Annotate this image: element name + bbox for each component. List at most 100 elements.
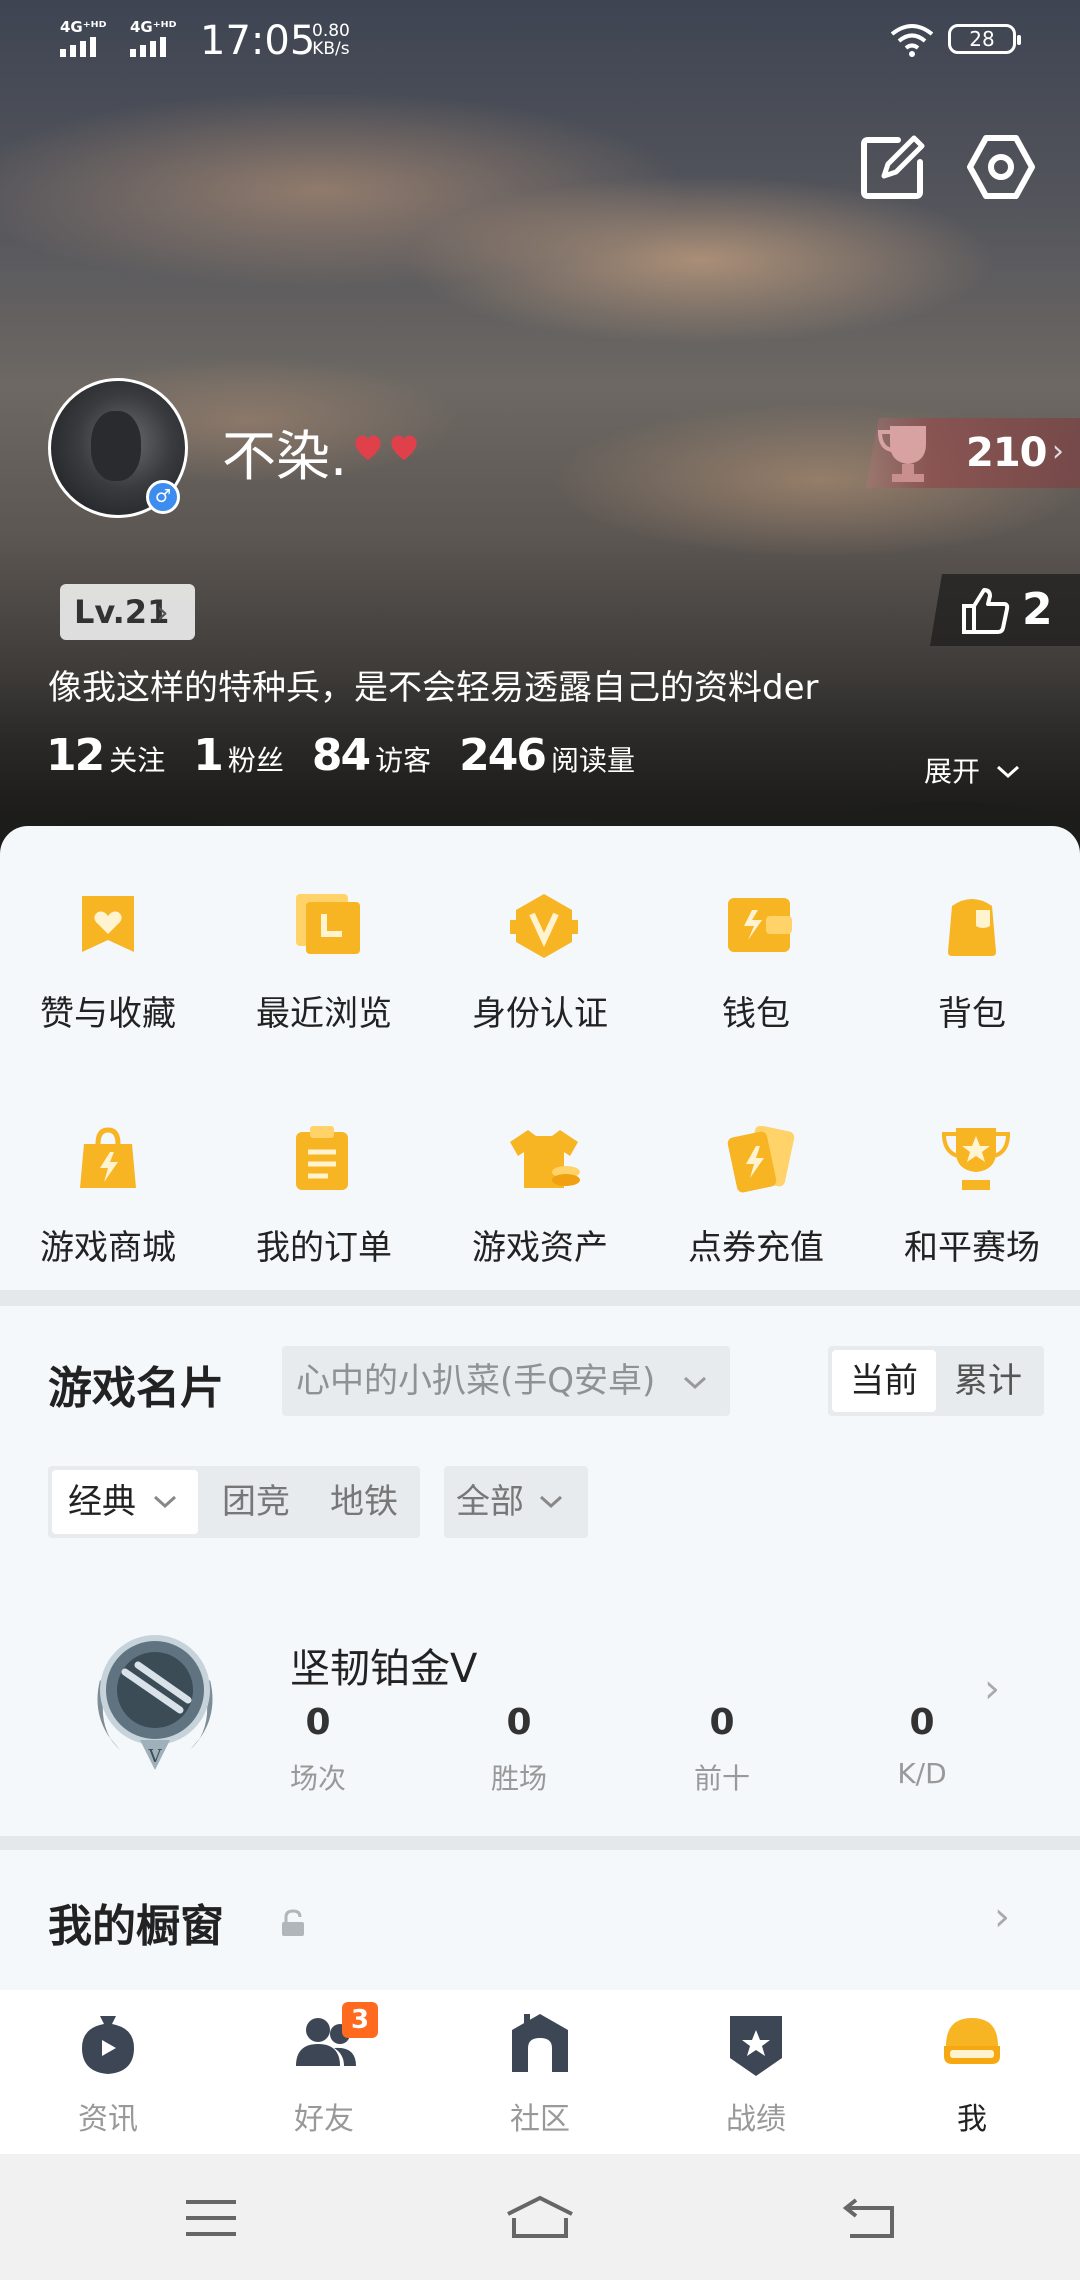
stat-label-reads: 阅读量 [551,744,636,777]
tab-friends[interactable]: 3 好友 [216,1990,432,2154]
signal-bars-icon [60,37,106,57]
record-icon [730,2016,782,2076]
svg-text:V: V [148,1746,163,1767]
bio-text: 像我这样的特种兵，是不会轻易透露自己的资料der [48,668,819,708]
signal-bars-icon [130,37,176,57]
toggle-current[interactable]: 当前 [832,1350,936,1412]
showcase-chevron-icon[interactable]: › [994,1894,1010,1940]
menu-item-backpack[interactable]: 背包 [864,846,1080,1034]
wallet-icon [728,898,792,952]
thumbs-up-icon [962,588,1010,634]
recent-icon [296,894,360,954]
menu-item-recent[interactable]: 最近浏览 [216,846,432,1034]
stat-value: 0 [506,1702,532,1743]
tab-label: 我 [957,2102,987,2137]
game-card-title: 游戏名片 [48,1363,224,1414]
verify-icon [510,894,578,958]
account-name: 心中的小扒菜(手Q安卓) [296,1361,656,1401]
backpack-icon [948,899,996,956]
menu-label: 背包 [938,994,1006,1034]
menu-item-verify[interactable]: 身份认证 [432,846,648,1034]
mode-tab-metro[interactable]: 地铁 [330,1470,398,1534]
section-divider [0,1836,1080,1850]
system-navigation-bar [0,2154,1080,2280]
stat-value-visitors[interactable]: 84 [312,730,371,781]
tab-label: 好友 [294,2102,354,2137]
stat-value-reads: 246 [459,730,547,781]
filter-label: 全部 [456,1482,524,1522]
male-gender-icon: ♂ [146,480,180,514]
menu-label: 身份认证 [472,994,608,1034]
trophy-icon [878,426,926,482]
mode-tab-team[interactable]: 团竞 [222,1470,290,1534]
tab-me[interactable]: 我 [864,1990,1080,2154]
toggle-total[interactable]: 累计 [936,1350,1040,1412]
status-bar: 4G⁺ᴴᴰ 4G⁺ᴴᴰ 17:05 0.80 KB/s 28 [0,0,1080,80]
shop-icon [80,1127,136,1188]
settings-icon[interactable] [966,132,1036,202]
stat-label-fans[interactable]: 粉丝 [228,739,284,779]
chevron-down-icon [152,1470,178,1534]
edit-icon[interactable] [858,132,928,202]
rank-detail-chevron-icon[interactable]: › [984,1666,1000,1712]
function-menu: 赞与收藏 最近浏览 身份认证 钱包 背包 游戏商城 我的订单 游戏资产 点券充值… [0,826,1080,1290]
menu-item-orders[interactable]: 我的订单 [216,1080,432,1268]
nickname: 不染. [222,425,348,488]
menu-item-wallet[interactable]: 钱包 [648,846,864,1034]
stat-label: 场次 [289,1762,346,1795]
menu-item-shop[interactable]: 游戏商城 [0,1080,216,1268]
trophy-count: 210 [966,430,1047,476]
tab-news[interactable]: 资讯 [0,1990,216,2154]
menu-label: 我的订单 [256,1228,392,1268]
menu-item-favorites[interactable]: 赞与收藏 [0,846,216,1034]
arena-icon [942,1128,1010,1190]
home-icon[interactable] [504,2194,576,2240]
profile-stats: 12 关注 1 粉丝 84 访客 246 阅读量 [46,730,663,781]
mode-tab-classic[interactable]: 经典 [52,1470,198,1534]
network-type-2: 4G⁺ᴴᴰ [130,18,177,36]
clock: 17:05 [200,18,316,64]
stat-label-visitors[interactable]: 访客 [375,739,431,779]
speed-unit: KB/s [312,39,350,59]
chevron-down-icon [538,1466,564,1538]
stat-label-follow[interactable]: 关注 [109,739,165,779]
menu-item-assets[interactable]: 游戏资产 [432,1080,648,1268]
section-divider [0,1290,1080,1306]
rank-stat-matches: 0 场次 [258,1702,378,1797]
asset-icon [510,1130,580,1188]
tab-label: 社区 [510,2102,570,2137]
mode-classic-label: 经典 [68,1482,136,1522]
stat-value-fans[interactable]: 1 [193,730,224,781]
bottom-tab-bar: 资讯 3 好友 社区 战绩 我 [0,1990,1080,2154]
tab-label: 战绩 [726,2102,786,2137]
like-button[interactable]: 2 [930,574,1080,646]
order-icon [296,1126,348,1190]
trophy-count-button[interactable]: 210 › [866,418,1080,488]
recharge-icon [727,1126,795,1193]
speed-value: 0.80 [312,21,350,41]
menu-label: 最近浏览 [256,994,392,1034]
avatar-figure [91,411,141,481]
rank-name: 坚韧铂金Ⅴ [290,1646,478,1692]
account-selector[interactable]: 心中的小扒菜(手Q安卓) [282,1346,730,1416]
favorite-icon [82,896,134,952]
menu-icon[interactable] [184,2198,238,2238]
stat-value-follow[interactable]: 12 [46,730,105,781]
me-icon [944,2018,1000,2064]
wifi-icon [890,24,934,57]
filter-dropdown[interactable]: 全部 [444,1466,588,1538]
menu-label: 点券充值 [688,1228,824,1268]
tab-community[interactable]: 社区 [432,1990,648,2154]
community-icon [512,2014,568,2072]
network-speed: 0.80 KB/s [312,22,350,58]
rank-stat-wins: 0 胜场 [459,1702,579,1797]
menu-label: 赞与收藏 [40,994,176,1034]
battery-icon: 28 [948,24,1021,54]
tab-record[interactable]: 战绩 [648,1990,864,2154]
menu-item-recharge[interactable]: 点券充值 [648,1080,864,1268]
expand-button[interactable]: 展开 [924,750,1021,790]
level-badge[interactable]: Lv.21 › [60,584,195,640]
news-icon [82,2016,134,2074]
menu-item-arena[interactable]: 和平赛场 [864,1080,1080,1268]
back-icon[interactable] [842,2196,896,2240]
